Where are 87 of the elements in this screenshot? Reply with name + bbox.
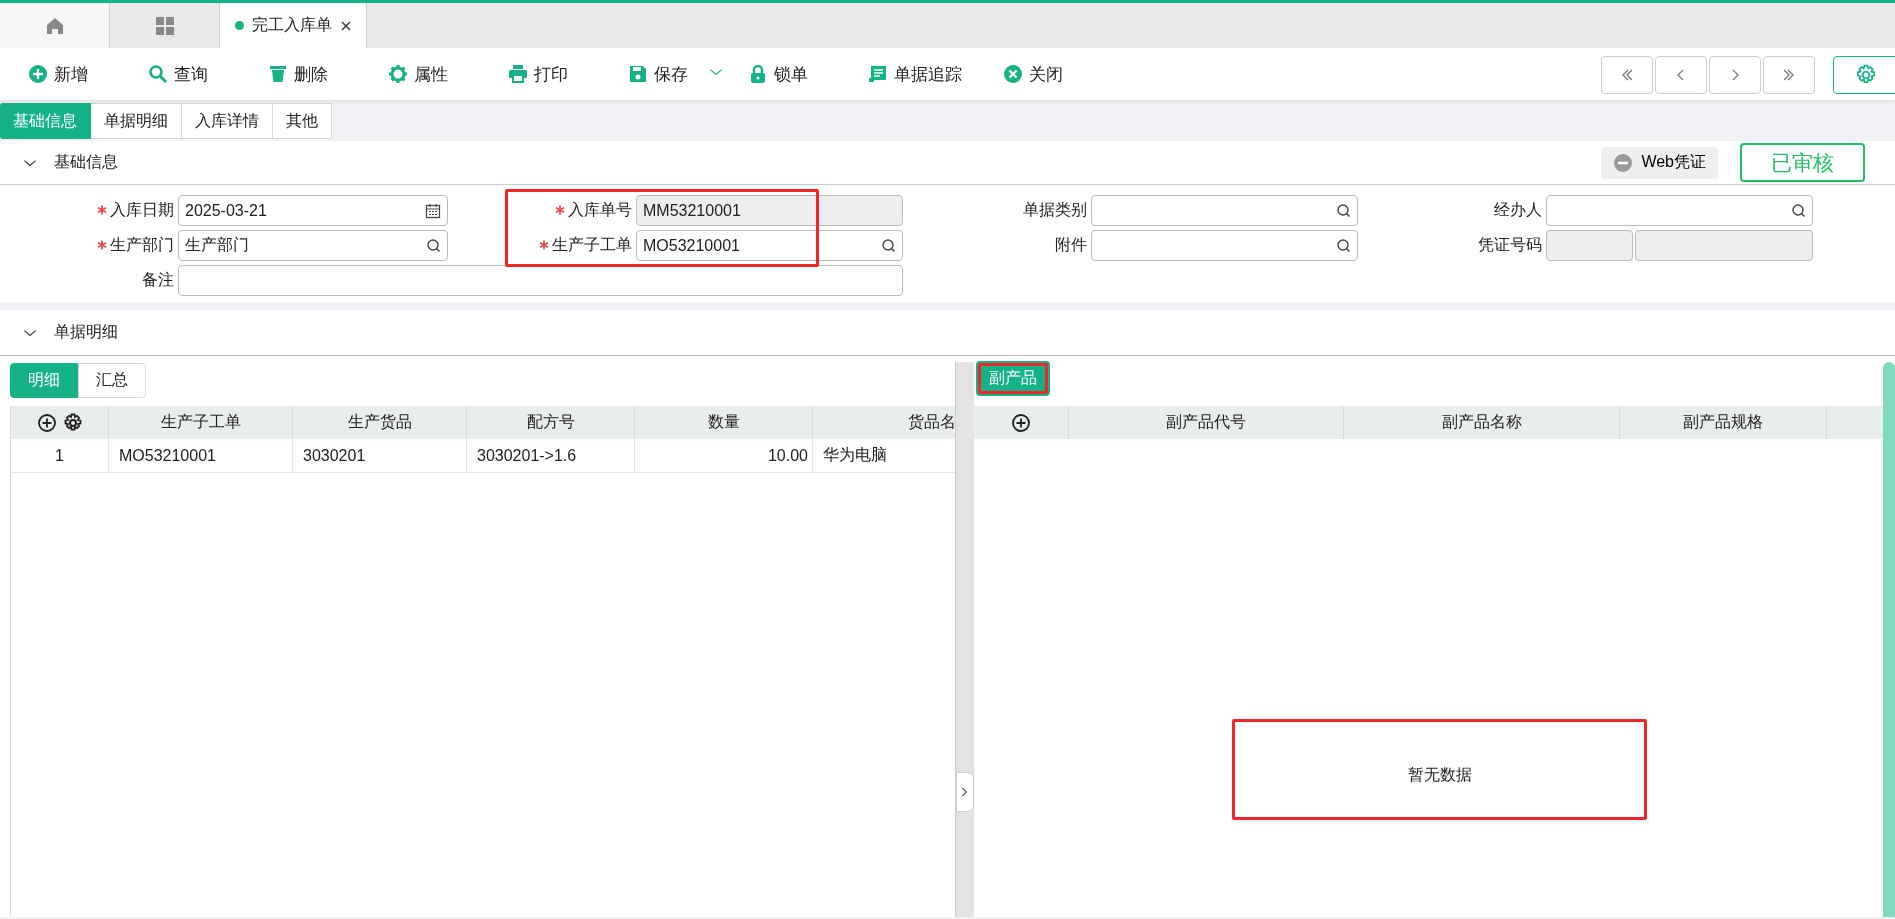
field-label: 入库日期	[97, 200, 174, 221]
empty-message: 暂无数据	[1232, 719, 1647, 820]
column-header: 货品名	[813, 406, 955, 439]
column-header: 生产子工单	[109, 406, 293, 439]
field-label: 生产子工单	[539, 235, 632, 256]
document-list-icon	[868, 64, 888, 84]
view-tab[interactable]: 汇总	[78, 363, 146, 398]
toolbar-button[interactable]: 锁单	[748, 62, 808, 86]
field-label: 凭证号码	[1478, 235, 1542, 255]
trash-icon	[268, 64, 288, 84]
form-tab[interactable]: 单据明细	[91, 103, 182, 139]
required-asterisk-icon	[539, 240, 549, 250]
page-tab[interactable]	[0, 3, 110, 48]
settings-button[interactable]	[1833, 56, 1895, 94]
field-label: 备注	[142, 270, 174, 290]
lookup-field[interactable]: MO53210001	[636, 230, 903, 261]
gear-icon	[388, 64, 408, 84]
section-title: 基础信息	[54, 152, 118, 172]
search-icon	[1791, 203, 1806, 218]
gear-icon	[1855, 64, 1877, 86]
field-label: 经办人	[1494, 200, 1542, 220]
table-cell: 3030201->1.6	[467, 439, 635, 473]
toolbar-button[interactable]: 保存	[628, 62, 724, 86]
search-icon	[426, 238, 441, 253]
row-number: 1	[11, 439, 109, 473]
page-tab[interactable]: 完工入库单	[220, 3, 367, 48]
field-label: 入库单号	[555, 200, 632, 221]
close-icon	[339, 19, 352, 32]
lookup-field[interactable]	[1091, 195, 1358, 226]
search-icon	[1336, 238, 1351, 253]
form-tab[interactable]: 入库详情	[182, 103, 273, 139]
printer-icon	[508, 64, 528, 84]
column-header: 数量	[635, 406, 813, 439]
lookup-field[interactable]: 生产部门	[178, 230, 448, 261]
add-row-icon	[36, 412, 57, 433]
pager-button[interactable]	[1763, 56, 1815, 94]
field-label: 生产部门	[97, 235, 174, 256]
required-asterisk-icon	[97, 240, 107, 250]
scrollbar[interactable]	[1883, 362, 1895, 917]
toolbar-button[interactable]: 关闭	[1003, 62, 1063, 86]
column-header: 副产品代号	[1069, 406, 1344, 439]
column-header	[1827, 406, 1884, 439]
column-header: 副产品规格	[1620, 406, 1827, 439]
text-field[interactable]	[178, 265, 903, 296]
column-header: 副产品名称	[1344, 406, 1620, 439]
date-field[interactable]: 2025-03-21	[178, 195, 448, 226]
lookup-field[interactable]	[1546, 195, 1813, 226]
required-asterisk-icon	[555, 205, 565, 215]
toolbar-button[interactable]: 属性	[388, 62, 448, 86]
status-dot-icon	[234, 21, 244, 30]
add-row-icon	[1011, 412, 1031, 433]
status-stamp: 已审核	[1740, 143, 1865, 182]
search-icon	[1336, 203, 1351, 218]
form-tab[interactable]: 其他	[273, 103, 332, 139]
voucher-button[interactable]: Web凭证	[1601, 146, 1718, 179]
toolbar-button[interactable]: 打印	[508, 62, 568, 86]
pager-button[interactable]	[1655, 56, 1707, 94]
lookup-field[interactable]	[1091, 230, 1358, 261]
section-title: 单据明细	[54, 322, 118, 342]
padlock-icon	[748, 64, 768, 84]
toolbar-button[interactable]: 新增	[28, 62, 88, 86]
grid-icon	[154, 15, 175, 36]
search-icon	[148, 64, 168, 84]
gear-icon	[62, 412, 83, 433]
table-cell: 3030201	[293, 439, 467, 473]
pager-button[interactable]	[1709, 56, 1761, 94]
minus-circle-icon	[1613, 152, 1634, 173]
column-header: 配方号	[467, 406, 635, 439]
collapse-toggle[interactable]	[956, 772, 974, 812]
required-asterisk-icon	[97, 205, 107, 215]
text-field[interactable]	[1635, 230, 1813, 261]
close-circle-icon	[1003, 64, 1023, 84]
table-cell: 10.00	[635, 439, 813, 473]
field-label: 单据类别	[1023, 200, 1087, 220]
plus-circle-icon	[28, 64, 48, 84]
search-icon	[881, 238, 896, 253]
calendar-icon	[425, 202, 441, 219]
home-icon	[44, 15, 65, 36]
text-field[interactable]	[1546, 230, 1633, 261]
text-field[interactable]: MM53210001	[636, 195, 903, 226]
field-label: 附件	[1055, 235, 1087, 255]
toolbar-button[interactable]: 删除	[268, 62, 328, 86]
toolbar-button[interactable]: 查询	[148, 62, 208, 86]
pager-button[interactable]	[1601, 56, 1653, 94]
column-header: 生产货品	[293, 406, 467, 439]
toolbar-button[interactable]: 单据追踪	[868, 62, 962, 86]
table-cell: MO53210001	[109, 439, 293, 473]
